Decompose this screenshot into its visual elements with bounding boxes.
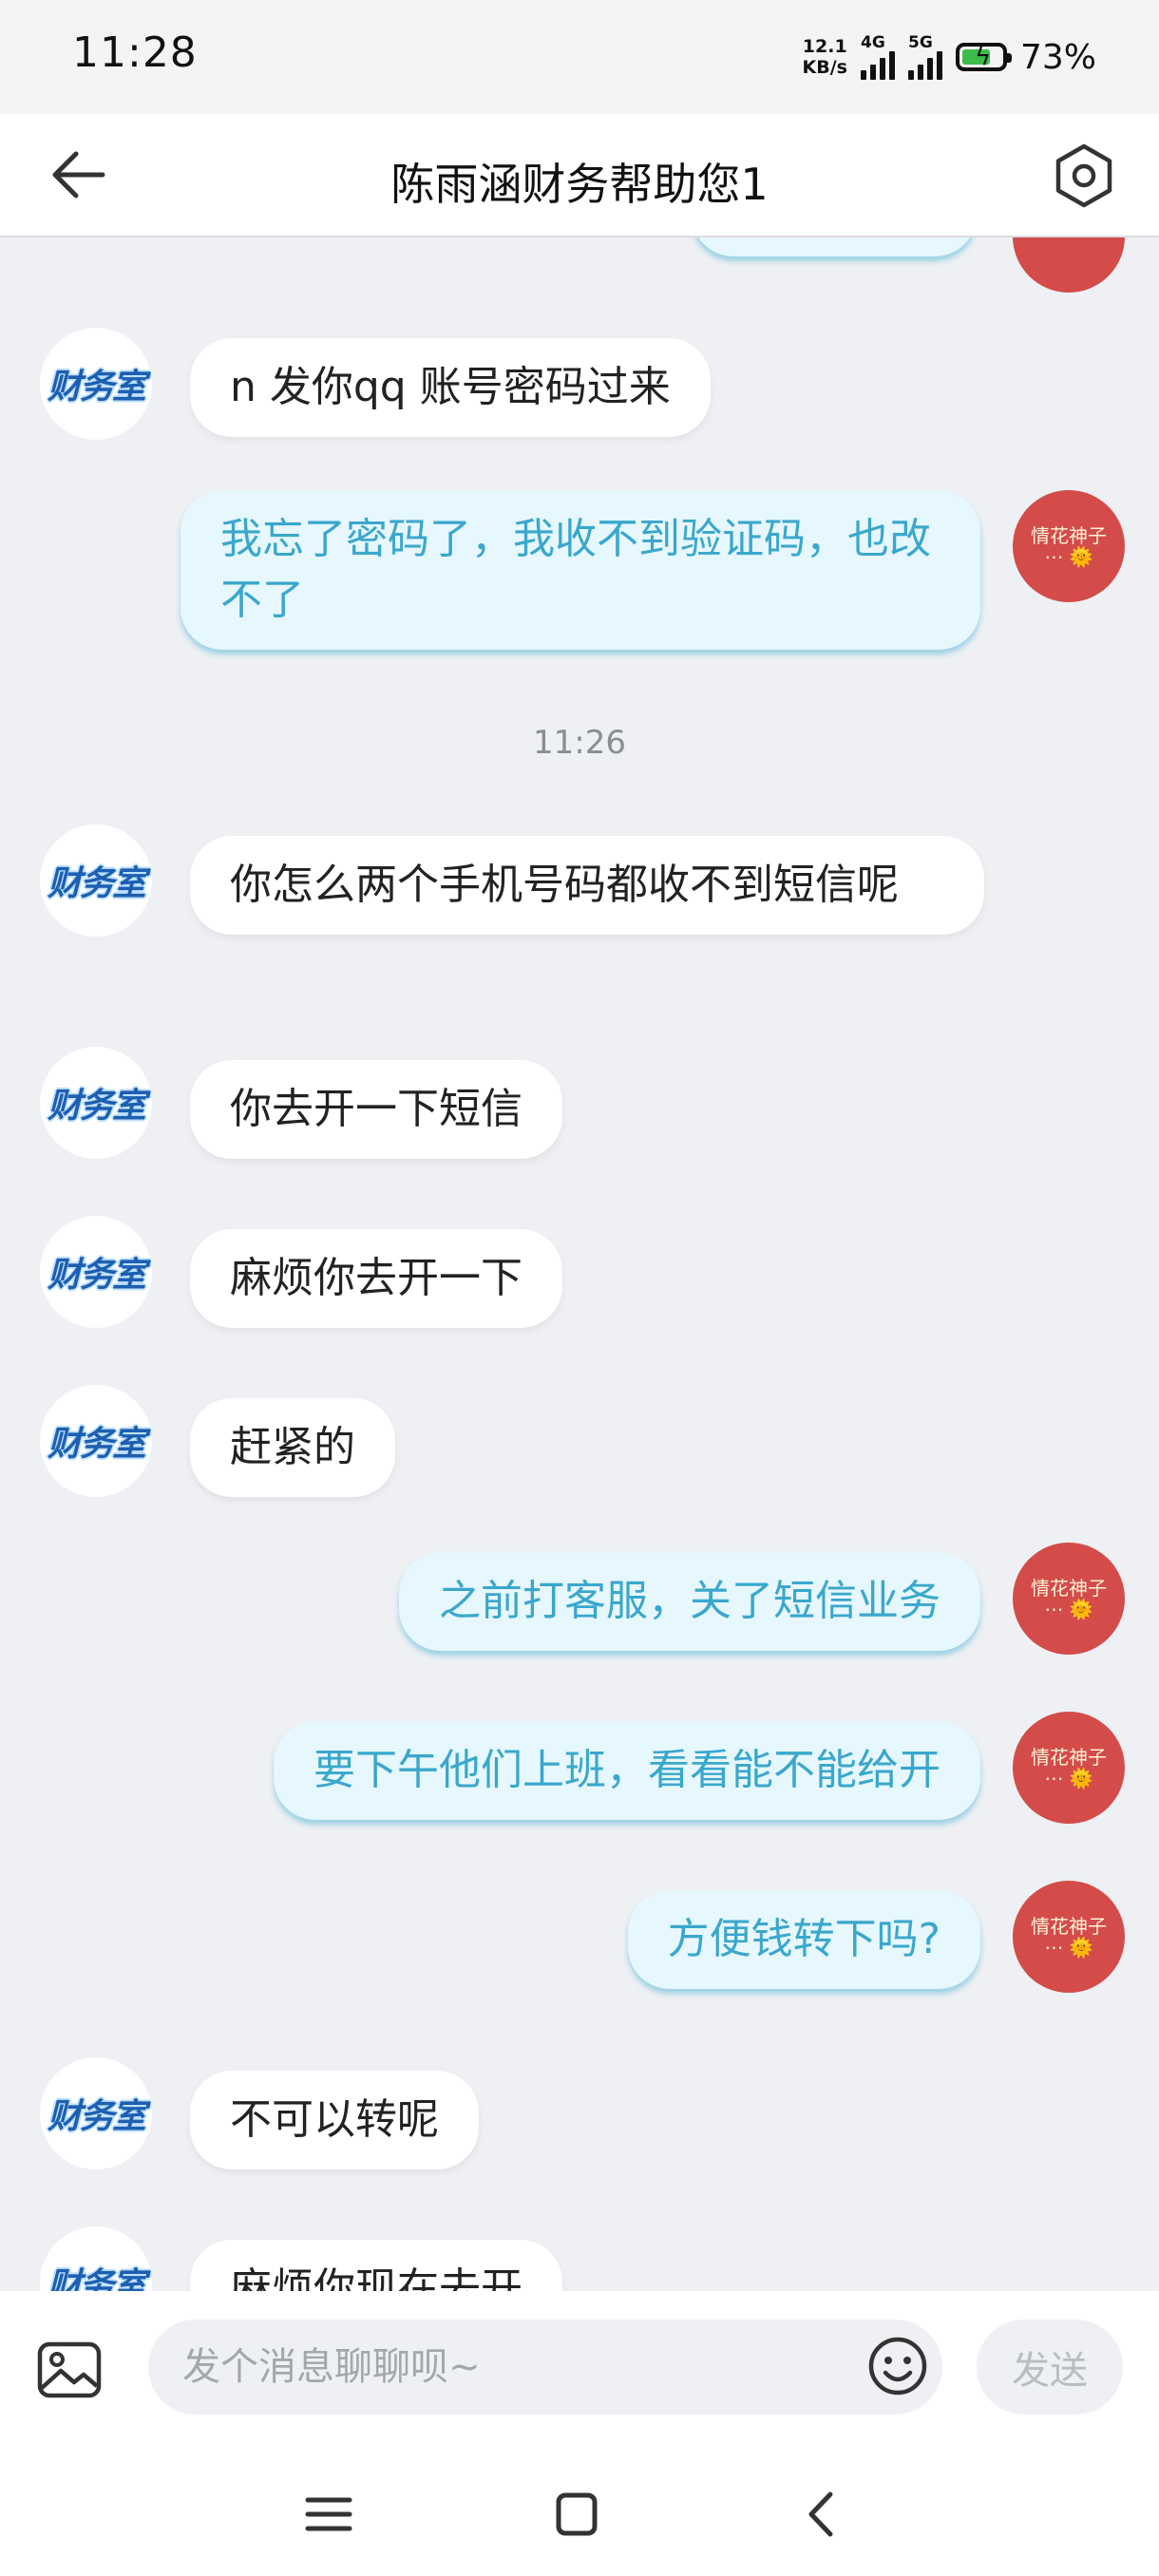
- incoming-message[interactable]: 不可以转呢: [190, 2071, 479, 2169]
- self-avatar[interactable]: 情花神子 ⋯ 🌞: [1013, 1543, 1125, 1655]
- contact-avatar[interactable]: 财务室: [40, 1216, 152, 1328]
- outgoing-message[interactable]: 方便钱转下吗?: [627, 1890, 980, 1989]
- chevron-left-icon[interactable]: [785, 2481, 861, 2548]
- outgoing-message[interactable]: 我忘了密码了，我收不到验证码，也改不了: [180, 490, 980, 650]
- charging-bolt-icon: ϟ: [974, 43, 992, 71]
- battery-percent: 73%: [1019, 37, 1096, 77]
- contact-avatar[interactable]: 财务室: [40, 1385, 152, 1497]
- contact-avatar[interactable]: 财务室: [40, 1047, 152, 1159]
- incoming-message[interactable]: 赶紧的: [190, 1398, 395, 1497]
- incoming-message[interactable]: 麻烦你去开一下: [190, 1229, 562, 1328]
- self-avatar[interactable]: 情花神子 ⋯ 🌞: [1013, 1881, 1125, 1993]
- incoming-message[interactable]: n 发你qq 账号密码过来: [190, 338, 711, 437]
- self-avatar[interactable]: 情花神子 ⋯ 🌞: [1013, 1712, 1125, 1824]
- signal-5g-label: 5G: [907, 33, 933, 52]
- incoming-message[interactable]: 你怎么两个手机号码都收不到短信呢: [190, 836, 984, 935]
- emoji-icon[interactable]: [866, 2335, 929, 2397]
- incoming-message[interactable]: 麻烦你现在去开: [190, 2240, 562, 2291]
- image-icon[interactable]: [36, 2339, 103, 2401]
- outgoing-message[interactable]: 要下午他们上班，看看能不能给开: [274, 1721, 980, 1820]
- status-bar: 11:28 12.1 KB/s 4G 5G ϟ 73%: [0, 0, 1159, 114]
- signal-4g-icon: 4G: [860, 33, 895, 80]
- contact-avatar[interactable]: 财务室: [40, 328, 152, 440]
- network-speed-unit: KB/s: [802, 57, 847, 78]
- contact-avatar[interactable]: 财务室: [40, 2226, 152, 2291]
- page-title: 陈雨涵财务帮助您1: [390, 159, 769, 210]
- self-avatar[interactable]: 情花神子 ⋯ 🌞: [1013, 490, 1125, 602]
- message-input-bar: 发送: [0, 2291, 1159, 2443]
- home-square-icon[interactable]: [538, 2481, 614, 2548]
- contact-avatar[interactable]: 财务室: [40, 824, 152, 937]
- self-avatar-partial[interactable]: [1013, 237, 1125, 293]
- outgoing-message[interactable]: 之前打客服，关了短信业务: [399, 1552, 980, 1651]
- incoming-message[interactable]: 你去开一下短信: [190, 1060, 562, 1159]
- status-icons: 12.1 KB/s 4G 5G ϟ 73%: [803, 28, 1096, 85]
- signal-5g-icon: 5G: [907, 33, 942, 80]
- message-input[interactable]: [148, 2320, 942, 2415]
- battery-icon: ϟ: [955, 43, 1012, 71]
- system-nav-bar: [0, 2443, 1159, 2576]
- network-speed-value: 12.1: [802, 36, 847, 57]
- signal-4g-label: 4G: [860, 33, 885, 52]
- send-button[interactable]: 发送: [977, 2320, 1123, 2415]
- chat-header: 陈雨涵财务帮助您1: [0, 114, 1159, 237]
- status-time: 11:28: [72, 28, 198, 77]
- message-bubble-partial: [692, 237, 977, 256]
- chat-messages[interactable]: 财务室 n 发你qq 账号密码过来 情花神子 ⋯ 🌞 我忘了密码了，我收不到验证码…: [0, 237, 1159, 2291]
- menu-icon[interactable]: [291, 2481, 367, 2548]
- contact-avatar[interactable]: 财务室: [40, 2057, 152, 2169]
- network-speed: 12.1 KB/s: [803, 36, 847, 78]
- settings-icon[interactable]: [1051, 142, 1117, 209]
- message-timestamp: 11:26: [533, 724, 626, 762]
